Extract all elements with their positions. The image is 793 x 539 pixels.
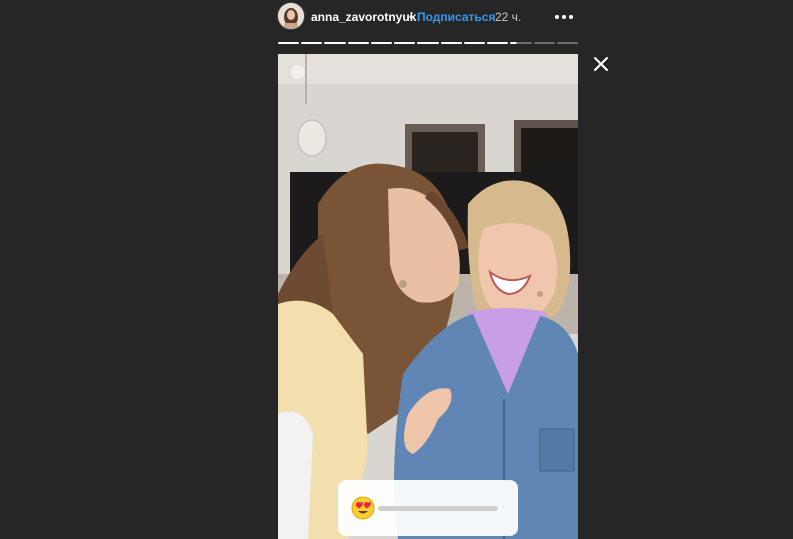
heart-eyes-emoji-icon[interactable]: [351, 496, 375, 520]
story-timestamp: 22 ч.: [495, 10, 522, 24]
more-options-icon[interactable]: [552, 3, 576, 29]
progress-segment: [394, 42, 416, 44]
separator-dot: •: [409, 10, 414, 24]
progress-segment: [463, 42, 486, 44]
progress-segment: [301, 42, 323, 44]
progress-segment: [347, 42, 369, 44]
progress-segment: [278, 42, 300, 44]
username-link[interactable]: anna_zavorotnyuk: [311, 10, 416, 24]
progress-segment: [417, 42, 439, 44]
avatar[interactable]: [278, 3, 304, 29]
slider-track[interactable]: [378, 506, 498, 511]
story-photo: [278, 54, 578, 539]
story-progress-bar: [278, 42, 578, 44]
progress-segment: [510, 42, 532, 44]
emoji-slider-sticker[interactable]: [338, 480, 518, 536]
progress-segment: [370, 42, 393, 44]
follow-button[interactable]: Подписаться: [417, 10, 495, 24]
progress-segment: [533, 42, 555, 44]
progress-segment: [556, 42, 578, 44]
close-icon[interactable]: [592, 55, 610, 73]
progress-segment: [487, 42, 509, 44]
story-media[interactable]: [278, 54, 578, 539]
progress-segment: [440, 42, 462, 44]
story-header: anna_zavorotnyuk • Подписаться 22 ч.: [278, 3, 578, 31]
progress-segment: [324, 42, 346, 44]
